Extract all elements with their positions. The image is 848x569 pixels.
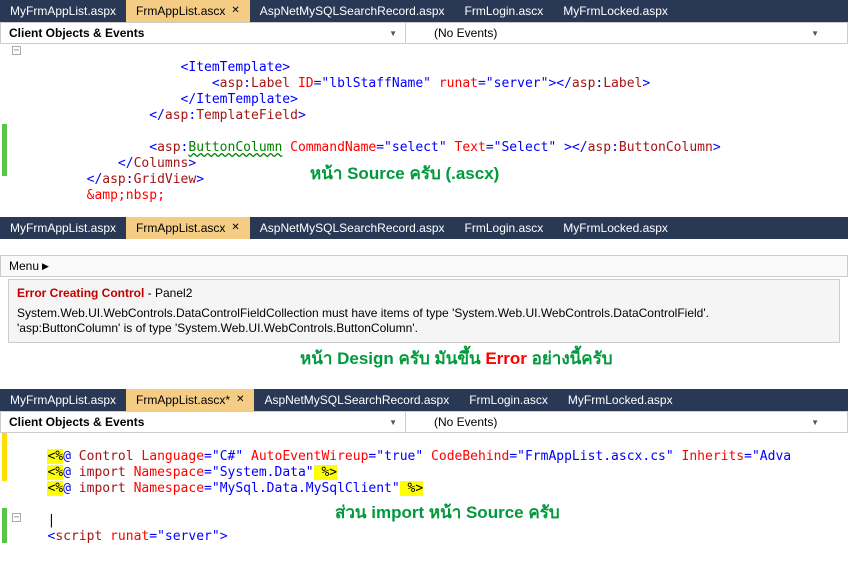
change-bar: [2, 508, 7, 543]
tab[interactable]: MyFrmAppList.aspx: [0, 217, 126, 239]
tab-active[interactable]: FrmAppList.ascx*✕: [126, 389, 254, 411]
code-lines: <%@ Control Language="C#" AutoEventWireu…: [22, 433, 791, 543]
error-body: System.Web.UI.WebControls.DataControlFie…: [17, 306, 831, 336]
chevron-down-icon: ▼: [811, 29, 819, 38]
tab-bar-1: MyFrmAppList.aspx FrmAppList.ascx✕ AspNe…: [0, 0, 848, 22]
tab-active[interactable]: FrmAppList.ascx✕: [126, 0, 250, 22]
close-icon[interactable]: ✕: [231, 223, 239, 233]
tab[interactable]: MyFrmAppList.aspx: [0, 389, 126, 411]
chevron-down-icon: ▼: [389, 418, 397, 427]
tab-bar-2: MyFrmAppList.aspx FrmAppList.ascx✕ AspNe…: [0, 217, 848, 239]
tab[interactable]: MyFrmLocked.aspx: [553, 0, 678, 22]
code-editor-1[interactable]: − <ItemTemplate> <asp:Label ID="lblStaff…: [0, 44, 848, 199]
annotation-import: ส่วน import หน้า Source ครับ: [335, 505, 560, 521]
error-title: Error Creating Control - Panel2: [17, 286, 831, 300]
close-icon[interactable]: ✕: [236, 395, 244, 405]
fold-minus-icon[interactable]: −: [12, 46, 21, 55]
tab[interactable]: FrmLogin.ascx: [459, 389, 558, 411]
chevron-right-icon: ▶: [42, 261, 49, 272]
tab-bar-3: MyFrmAppList.aspx FrmAppList.ascx*✕ AspN…: [0, 389, 848, 411]
object-dropdown[interactable]: Client Objects & Events▼: [1, 23, 406, 43]
annotation-source: หน้า Source ครับ (.ascx): [310, 166, 499, 182]
tab[interactable]: MyFrmLocked.aspx: [558, 389, 683, 411]
tab[interactable]: FrmLogin.ascx: [455, 217, 554, 239]
event-dropdown[interactable]: (No Events)▼: [406, 23, 847, 43]
tab[interactable]: AspNetMySQLSearchRecord.aspx: [254, 389, 459, 411]
object-dropdown[interactable]: Client Objects & Events▼: [1, 412, 406, 432]
tab[interactable]: MyFrmLocked.aspx: [553, 217, 678, 239]
tab-active[interactable]: FrmAppList.ascx✕: [126, 217, 250, 239]
change-bar: [2, 433, 7, 481]
tab[interactable]: AspNetMySQLSearchRecord.aspx: [250, 217, 455, 239]
fold-minus-icon[interactable]: −: [12, 513, 21, 522]
tab[interactable]: MyFrmAppList.aspx: [0, 0, 126, 22]
dropdown-bar-1: Client Objects & Events▼ (No Events)▼: [0, 22, 848, 44]
code-editor-3[interactable]: − <%@ Control Language="C#" AutoEventWir…: [0, 433, 848, 543]
close-icon[interactable]: ✕: [231, 6, 239, 16]
menu-row[interactable]: Menu▶: [0, 255, 848, 277]
annotation-design: หน้า Design ครับ มันขึ้น Error อย่างนี้ค…: [300, 345, 613, 372]
chevron-down-icon: ▼: [389, 29, 397, 38]
change-bar: [2, 124, 7, 176]
error-panel: Error Creating Control - Panel2 System.W…: [8, 279, 840, 343]
chevron-down-icon: ▼: [811, 418, 819, 427]
tab[interactable]: AspNetMySQLSearchRecord.aspx: [250, 0, 455, 22]
dropdown-bar-3: Client Objects & Events▼ (No Events)▼: [0, 411, 848, 433]
tab[interactable]: FrmLogin.ascx: [455, 0, 554, 22]
event-dropdown[interactable]: (No Events)▼: [406, 412, 847, 432]
